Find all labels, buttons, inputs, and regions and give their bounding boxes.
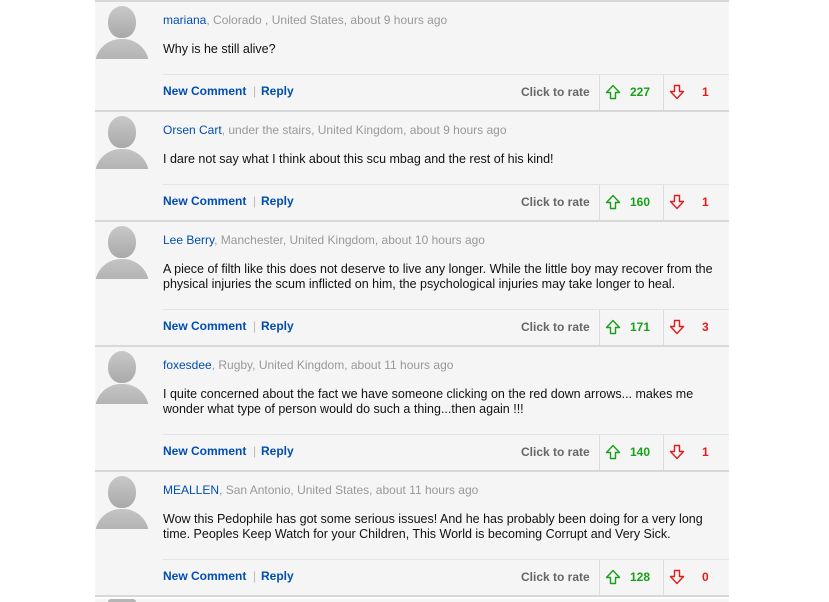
arrow-up-icon (605, 84, 621, 100)
downvote-count: 1 (702, 445, 709, 459)
arrow-down-icon (669, 444, 685, 460)
arrow-down-icon (669, 319, 685, 335)
avatar (95, 225, 149, 279)
vote-up-button[interactable]: 171 (599, 310, 664, 345)
avatar-head (108, 6, 136, 38)
avatar-torso (95, 509, 149, 529)
reply-button[interactable]: Reply (261, 84, 294, 98)
new-comment-button[interactable]: New Comment (163, 569, 246, 583)
click-to-rate-label: Click to rate (521, 570, 590, 584)
comment-body: Why is he still alive? (163, 42, 276, 56)
comment-author[interactable]: Orsen Cart (163, 123, 222, 137)
avatar (95, 475, 149, 529)
click-to-rate-label: Click to rate (521, 85, 590, 99)
upvote-count: 140 (630, 445, 651, 459)
click-to-rate-label: Click to rate (521, 320, 590, 334)
comment-location: , Manchester, United Kingdom, about 10 h… (214, 233, 485, 247)
comment-actions: New Comment | Reply Click to rate 140 1 (163, 434, 729, 470)
arrow-up-icon (605, 569, 621, 585)
comment-author[interactable]: foxesdee (163, 358, 212, 372)
comment-body: A piece of filth like this does not dese… (163, 262, 713, 291)
new-comment-button[interactable]: New Comment (163, 444, 246, 458)
click-to-rate-label: Click to rate (521, 195, 590, 209)
arrow-up-icon (605, 319, 621, 335)
action-separator: | (253, 194, 257, 208)
upvote-count: 160 (630, 195, 651, 209)
vote-down-button[interactable]: 0 (663, 560, 728, 595)
avatar-torso (95, 259, 149, 279)
avatar (95, 115, 149, 169)
comment-author[interactable]: MEALLEN (163, 483, 219, 497)
avatar-torso (95, 149, 149, 169)
comment-author[interactable]: Lee Berry (163, 233, 214, 247)
reply-button[interactable]: Reply (261, 569, 294, 583)
comment-item: MEALLEN, San Antonio, United States, abo… (95, 472, 729, 597)
arrow-up-icon (605, 444, 621, 460)
comment-actions: New Comment | Reply Click to rate 160 1 (163, 184, 729, 220)
reply-button[interactable]: Reply (261, 444, 294, 458)
comment-meta: Lee Berry, Manchester, United Kingdom, a… (163, 233, 485, 247)
action-separator: | (253, 84, 257, 98)
downvote-count: 3 (702, 320, 709, 334)
vote-up-button[interactable]: 160 (599, 185, 664, 220)
comment-item: Orsen Cart, under the stairs, United Kin… (95, 112, 729, 222)
action-separator: | (253, 444, 257, 458)
vote-down-button[interactable]: 1 (663, 75, 728, 110)
avatar-torso (95, 384, 149, 404)
comment-body: I quite concerned about the fact we have… (163, 387, 694, 416)
comment-meta: Orsen Cart, under the stairs, United Kin… (163, 123, 507, 137)
new-comment-button[interactable]: New Comment (163, 319, 246, 333)
vote-down-button[interactable]: 1 (663, 435, 728, 470)
comment-item: foxesdee, Rugby, United Kingdom, about 1… (95, 347, 729, 472)
avatar (95, 350, 149, 404)
reply-button[interactable]: Reply (261, 194, 294, 208)
arrow-down-icon (669, 84, 685, 100)
comment-item: Lee Berry, Manchester, United Kingdom, a… (95, 222, 729, 347)
click-to-rate-label: Click to rate (521, 445, 590, 459)
arrow-down-icon (669, 194, 685, 210)
upvote-count: 128 (630, 570, 651, 584)
comment-meta: MEALLEN, San Antonio, United States, abo… (163, 483, 478, 497)
upvote-count: 171 (630, 320, 651, 334)
arrow-down-icon (669, 569, 685, 585)
vote-down-button[interactable]: 1 (663, 185, 728, 220)
comment-location: , Colorado , United States, about 9 hour… (206, 13, 448, 27)
comment-body: Wow this Pedophile has got some serious … (163, 512, 703, 541)
avatar-torso (95, 39, 149, 59)
avatar-head (108, 116, 136, 148)
arrow-up-icon (605, 194, 621, 210)
comment-actions: New Comment | Reply Click to rate 227 1 (163, 74, 729, 110)
comment-location: , Rugby, United Kingdom, about 11 hours … (211, 358, 454, 372)
vote-up-button[interactable]: 227 (599, 75, 664, 110)
new-comment-button[interactable]: New Comment (163, 194, 246, 208)
comment-item: mariana, Colorado , United States, about… (95, 0, 729, 112)
downvote-count: 1 (702, 195, 709, 209)
comment-meta: foxesdee, Rugby, United Kingdom, about 1… (163, 358, 453, 372)
vote-up-button[interactable]: 140 (599, 435, 664, 470)
upvote-count: 227 (630, 85, 651, 99)
downvote-count: 1 (702, 85, 709, 99)
new-comment-button[interactable]: New Comment (163, 84, 246, 98)
avatar-head (108, 351, 136, 383)
action-separator: | (253, 319, 257, 333)
avatar (95, 5, 149, 59)
reply-button[interactable]: Reply (261, 319, 294, 333)
action-separator: | (253, 569, 257, 583)
vote-down-button[interactable]: 3 (663, 310, 728, 345)
comment-meta: mariana, Colorado , United States, about… (163, 13, 447, 27)
comment-actions: New Comment | Reply Click to rate 171 3 (163, 309, 729, 345)
avatar-head (108, 476, 136, 508)
comment-location: , under the stairs, United Kingdom, abou… (221, 123, 507, 137)
comment-actions: New Comment | Reply Click to rate 128 0 (163, 559, 729, 595)
avatar-head (108, 226, 136, 258)
comment-location: , San Antonio, United States, about 11 h… (219, 483, 479, 497)
comment-author[interactable]: mariana (163, 13, 206, 27)
downvote-count: 0 (702, 570, 709, 584)
vote-up-button[interactable]: 128 (599, 560, 664, 595)
comment-body: I dare not say what I think about this s… (163, 152, 554, 166)
comments-list: mariana, Colorado , United States, about… (95, 0, 729, 597)
